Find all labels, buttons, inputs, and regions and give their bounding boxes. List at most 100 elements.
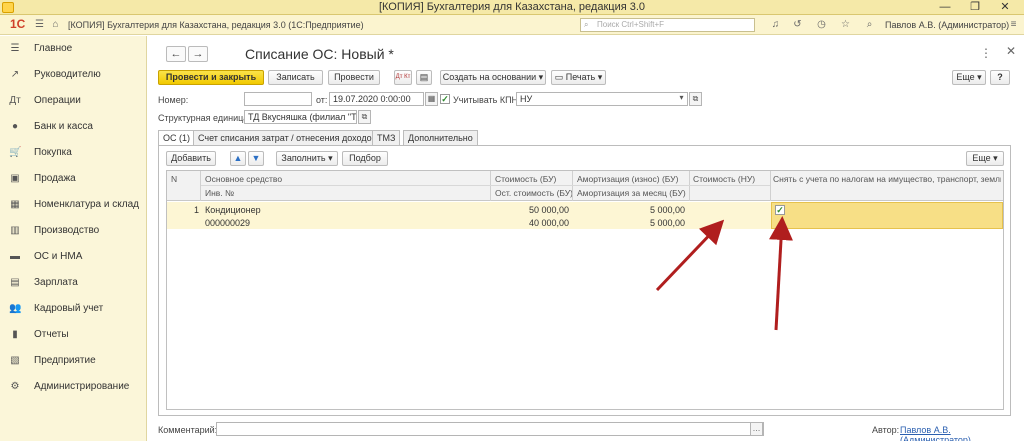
- save-button[interactable]: Записать: [268, 70, 323, 85]
- sidebar-item-fixed-assets[interactable]: ▬ ОС и НМА: [0, 244, 147, 270]
- sidebar-item-admin[interactable]: ⚙ Администрирование: [0, 374, 147, 400]
- row-asset[interactable]: Кондиционер: [205, 205, 261, 215]
- sidebar-item-label: Зарплата: [34, 277, 78, 288]
- sidebar-item-label: Производство: [34, 225, 100, 236]
- structure-icon[interactable]: ▤: [416, 70, 432, 85]
- production-icon: ▥: [10, 225, 20, 236]
- row-amort-month: 5 000,00: [649, 218, 685, 228]
- sidebar-item-label: Главное: [34, 43, 73, 54]
- sidebar-item-label: Номенклатура и склад: [34, 199, 139, 210]
- sidebar: ☰ Главное ↗ Руководителю Дт Операции ● Б…: [0, 36, 147, 441]
- sidebar-item-warehouse[interactable]: ▦ Номенклатура и склад: [0, 192, 147, 218]
- search-placeholder: Поиск Ctrl+Shift+F: [597, 20, 665, 29]
- dt-kt-button[interactable]: Дт Кт: [394, 70, 412, 85]
- row-inv: 000000029: [205, 218, 251, 228]
- sidebar-item-purchase[interactable]: 🛒 Покупка: [0, 140, 147, 166]
- document-form: ← → Списание ОС: Новый * ⋮ ✕ Провести и …: [148, 36, 1024, 441]
- col-cost-bu: Стоимость (БУ): [495, 174, 557, 184]
- cart-icon: 🛒: [9, 147, 22, 158]
- row-amort-bu: 5 000,00: [649, 205, 685, 215]
- link-icon[interactable]: ↺: [792, 19, 803, 30]
- table-row[interactable]: 1 Кондиционер 000000029 50 000,00 40 000…: [167, 202, 1003, 229]
- forward-button[interactable]: →: [188, 46, 208, 62]
- page-title: Списание ОС: Новый *: [245, 46, 394, 62]
- maximize-button[interactable]: ❐: [960, 0, 990, 15]
- date-input[interactable]: 19.07.2020 0:00:00: [329, 92, 424, 106]
- add-row-button[interactable]: Добавить: [166, 151, 216, 166]
- sidebar-item-operations[interactable]: Дт Операции: [0, 88, 147, 114]
- post-and-close-button[interactable]: Провести и закрыть: [158, 70, 264, 85]
- minimize-button[interactable]: —: [930, 0, 960, 15]
- bank-icon: ●: [11, 121, 19, 132]
- struct-unit-input[interactable]: ТД Вкусняшка (филиал "ТД Пакомк: [244, 110, 357, 124]
- nu-input[interactable]: НУ: [516, 92, 688, 106]
- more-button[interactable]: Еще ▾: [952, 70, 986, 85]
- sidebar-item-enterprise[interactable]: ▧ Предприятие: [0, 348, 147, 374]
- sidebar-item-reports[interactable]: ▮ Отчеты: [0, 322, 147, 348]
- home-icon[interactable]: ⌂: [50, 19, 61, 30]
- col-resid-bu: Ост. стоимость (БУ): [495, 188, 574, 198]
- sidebar-item-main[interactable]: ☰ Главное: [0, 36, 147, 62]
- sidebar-item-salary[interactable]: ▤ Зарплата: [0, 270, 147, 296]
- table-header: N Основное средство Инв. № Стоимость (БУ…: [167, 171, 1003, 201]
- kpn-label: Учитывать КПН: [453, 95, 519, 105]
- help-button[interactable]: ?: [990, 70, 1010, 85]
- row-n: 1: [193, 205, 199, 215]
- settings-menu-icon[interactable]: ≡: [1008, 19, 1019, 30]
- gear-icon: ⚙: [10, 381, 20, 392]
- bell-icon[interactable]: ♫: [770, 19, 781, 30]
- sidebar-item-bank[interactable]: ● Банк и касса: [0, 114, 147, 140]
- row-deregister-checkbox[interactable]: ✓: [775, 205, 785, 215]
- number-input[interactable]: [244, 92, 312, 106]
- history-icon[interactable]: ◷: [816, 19, 827, 30]
- sidebar-item-label: Банк и касса: [34, 121, 93, 132]
- selected-cell[interactable]: [771, 202, 1003, 229]
- star-icon[interactable]: ☆: [840, 19, 851, 30]
- post-button[interactable]: Провести: [328, 70, 380, 85]
- sidebar-item-hr[interactable]: 👥 Кадровый учет: [0, 296, 147, 322]
- print-button[interactable]: ▭ Печать ▾: [551, 70, 606, 85]
- printer-icon: ▭: [554, 72, 564, 82]
- table-more-button[interactable]: Еще ▾: [966, 151, 1004, 166]
- tab-os[interactable]: ОС (1): [158, 130, 195, 146]
- search-input[interactable]: ⌕ Поиск Ctrl+Shift+F: [580, 18, 755, 32]
- struct-open-icon[interactable]: ⧉: [358, 110, 371, 124]
- reports-icon: ▮: [12, 329, 18, 340]
- more-menu-icon[interactable]: ⋮: [980, 46, 992, 60]
- tab-expense-account[interactable]: Счет списания затрат / отнесения доходов: [193, 130, 382, 145]
- bag-icon: ▣: [10, 173, 20, 184]
- comment-input[interactable]: [216, 422, 764, 436]
- search-small-icon[interactable]: ⌕: [864, 19, 875, 30]
- tab-tmz[interactable]: ТМЗ: [372, 130, 401, 145]
- operations-icon: Дт: [9, 95, 21, 106]
- search-icon: ⌕: [584, 20, 589, 29]
- comment-expand-button[interactable]: …: [750, 422, 763, 436]
- select-button[interactable]: Подбор: [342, 151, 388, 166]
- open-link-icon[interactable]: ⧉: [689, 92, 702, 106]
- sidebar-item-production[interactable]: ▥ Производство: [0, 218, 147, 244]
- move-up-button[interactable]: ▲: [230, 151, 246, 166]
- create-based-on-button[interactable]: Создать на основании ▾: [440, 70, 546, 85]
- close-form-button[interactable]: ✕: [1006, 44, 1016, 58]
- print-label: Печать: [565, 72, 596, 82]
- fill-button[interactable]: Заполнить ▾: [276, 151, 338, 166]
- back-button[interactable]: ←: [166, 46, 186, 62]
- sidebar-item-label: Операции: [34, 95, 81, 106]
- current-user[interactable]: Павлов А.В. (Администратор): [885, 20, 1009, 30]
- tab-additional[interactable]: Дополнительно: [403, 130, 478, 145]
- calendar-icon[interactable]: ▦: [425, 92, 438, 106]
- sidebar-item-manager[interactable]: ↗ Руководителю: [0, 62, 147, 88]
- col-inv: Инв. №: [205, 188, 235, 198]
- sidebar-item-label: Руководителю: [34, 69, 101, 80]
- date-label: от:: [316, 95, 328, 105]
- window-title: [КОПИЯ] Бухгалтерия для Казахстана, реда…: [378, 1, 646, 13]
- sidebar-item-sales[interactable]: ▣ Продажа: [0, 166, 147, 192]
- row-resid-bu: 40 000,00: [528, 218, 569, 228]
- 1c-logo: 1С: [10, 17, 26, 31]
- chevron-down-icon[interactable]: ▾: [675, 92, 688, 106]
- kpn-checkbox[interactable]: ✓: [440, 94, 450, 104]
- close-window-button[interactable]: ✕: [990, 0, 1020, 15]
- menu-icon[interactable]: ☰: [34, 19, 45, 30]
- move-down-button[interactable]: ▼: [248, 151, 264, 166]
- author-link[interactable]: Павлов А.В. (Администратор): [900, 425, 1024, 441]
